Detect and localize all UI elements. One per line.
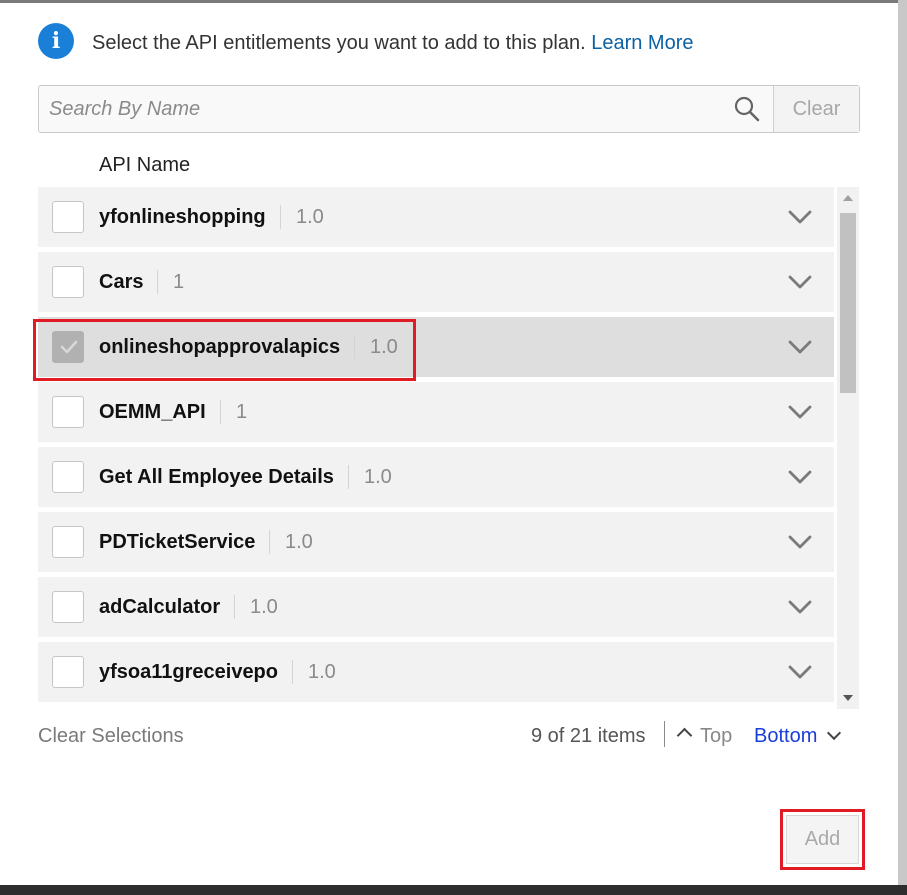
- expand-chevron-icon[interactable]: [788, 664, 812, 680]
- api-name: Get All Employee Details: [99, 465, 349, 489]
- clear-search-button[interactable]: Clear: [773, 86, 859, 132]
- info-icon: i: [38, 23, 74, 59]
- chevron-up-icon: [676, 727, 693, 744]
- taskbar-edge: [0, 885, 907, 895]
- scroll-up-arrow-icon[interactable]: [843, 195, 853, 201]
- expand-chevron-icon[interactable]: [788, 534, 812, 550]
- chevron-down-icon: [827, 725, 842, 741]
- api-row[interactable]: yfonlineshopping 1.0: [38, 187, 834, 247]
- api-list: yfonlineshopping 1.0 Cars 1 onlineshopapprov…: [38, 187, 834, 709]
- item-count: 9 of 21 items: [531, 725, 646, 747]
- api-name: PDTicketService: [99, 530, 271, 554]
- api-row[interactable]: PDTicketService 1.0: [38, 512, 834, 572]
- api-name: yfsoa11greceivepo: [99, 660, 293, 684]
- top-link[interactable]: Top: [676, 725, 732, 748]
- selected-row-highlight: [33, 319, 416, 381]
- clear-selections-link[interactable]: Clear Selections: [38, 725, 184, 748]
- learn-more-link[interactable]: Learn More: [591, 32, 693, 54]
- api-version: 1: [236, 401, 248, 423]
- add-button-highlight: [780, 809, 865, 870]
- window-edge: [898, 0, 907, 895]
- add-entitlements-dialog: i Select the API entitlements you want t…: [0, 0, 898, 885]
- api-name: yfonlineshopping: [99, 205, 281, 229]
- expand-chevron-icon[interactable]: [788, 339, 812, 355]
- expand-chevron-icon[interactable]: [788, 404, 812, 420]
- expand-chevron-icon[interactable]: [788, 274, 812, 290]
- api-row[interactable]: adCalculator 1.0: [38, 577, 834, 637]
- api-name: adCalculator: [99, 595, 236, 619]
- footer-divider: [664, 721, 665, 747]
- search-bar: Clear: [38, 85, 860, 133]
- api-row[interactable]: Get All Employee Details 1.0: [38, 447, 834, 507]
- row-checkbox[interactable]: [52, 201, 84, 233]
- api-version: 1.0: [364, 466, 392, 488]
- row-checkbox[interactable]: [52, 266, 84, 298]
- api-name-column-header: API Name: [99, 154, 191, 176]
- api-row[interactable]: OEMM_API 1: [38, 382, 834, 442]
- api-version: 1.0: [285, 531, 313, 553]
- intro-text: Select the API entitlements you want to …: [92, 32, 693, 55]
- row-checkbox[interactable]: [52, 396, 84, 428]
- bottom-link[interactable]: Bottom: [754, 725, 842, 748]
- scroll-thumb[interactable]: [840, 213, 856, 393]
- scroll-down-arrow-icon[interactable]: [843, 695, 853, 701]
- top-link-label: Top: [700, 725, 733, 747]
- api-version: 1.0: [308, 661, 336, 683]
- list-scrollbar[interactable]: [837, 187, 859, 709]
- api-row[interactable]: Cars 1: [38, 252, 834, 312]
- row-checkbox[interactable]: [52, 461, 84, 493]
- search-icon[interactable]: [725, 86, 773, 132]
- api-row[interactable]: yfsoa11greceivepo 1.0: [38, 642, 834, 702]
- api-version: 1.0: [296, 206, 324, 228]
- bottom-link-label: Bottom: [754, 725, 818, 747]
- search-input[interactable]: [39, 86, 723, 132]
- row-checkbox[interactable]: [52, 656, 84, 688]
- expand-chevron-icon[interactable]: [788, 209, 812, 225]
- row-checkbox[interactable]: [52, 526, 84, 558]
- row-checkbox[interactable]: [52, 591, 84, 623]
- expand-chevron-icon[interactable]: [788, 469, 812, 485]
- expand-chevron-icon[interactable]: [788, 599, 812, 615]
- api-name: Cars: [99, 270, 159, 294]
- api-version: 1.0: [250, 596, 278, 618]
- api-version: 1: [173, 271, 185, 293]
- intro-message: Select the API entitlements you want to …: [92, 32, 586, 54]
- api-name: OEMM_API: [99, 400, 221, 424]
